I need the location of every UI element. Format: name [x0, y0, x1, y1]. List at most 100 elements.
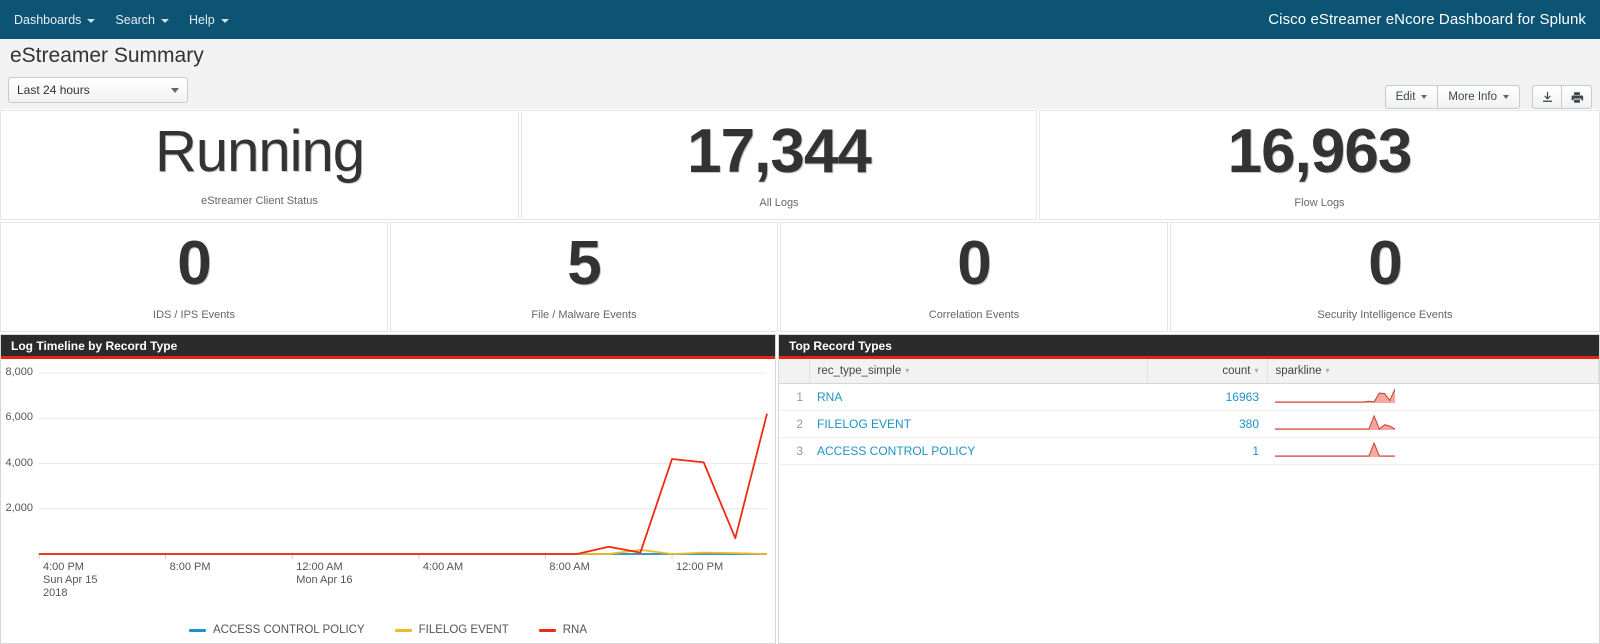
kpi-panel-file-malware-events[interactable]: 5 File / Malware Events [390, 222, 778, 332]
legend-item[interactable]: ACCESS CONTROL POLICY [188, 624, 365, 636]
kpi-label: eStreamer Client Status [201, 195, 318, 207]
time-range-picker[interactable]: Last 24 hours [8, 77, 188, 103]
kpi-value: Running [154, 119, 365, 184]
edit-button-label: Edit [1395, 91, 1416, 103]
more-info-button-label: More Info [1448, 91, 1497, 103]
x-axis-tick-label: 4:00 PM Sun Apr 15 2018 [43, 561, 97, 600]
nav-item-help-label: Help [189, 12, 215, 27]
export-button[interactable] [1532, 85, 1562, 109]
x-axis-tick-label: 8:00 AM [549, 561, 589, 574]
x-axis-year: 2018 [43, 587, 68, 599]
cell-sparkline [1267, 410, 1599, 438]
dashboard-title-bar: eStreamer Summary Last 24 hours Edit Mor… [0, 39, 1600, 109]
kpi-panel-flow-logs[interactable]: 16,963 Flow Logs [1039, 110, 1600, 220]
kpi-value: 0 [957, 229, 991, 298]
table-header-row: rec_type_simple ▾ count ▾ sparkline ▾ [779, 359, 1599, 384]
nav-item-search[interactable]: Search [109, 7, 183, 33]
panel-header: Top Record Types [779, 335, 1599, 359]
y-axis-tick-label: 8,000 [5, 366, 33, 378]
column-header-label: sparkline [1275, 365, 1322, 377]
kpi-value: 16,963 [1227, 117, 1413, 186]
x-axis-time: 4:00 PM [43, 561, 84, 573]
chart-area[interactable]: 2,000 4,000 6,000 8,000 4:00 PM Sun Apr 15 20… [1, 359, 775, 642]
chevron-down-icon [87, 18, 96, 23]
x-axis-time: 8:00 PM [169, 561, 211, 573]
y-axis-tick-label: 4,000 [5, 456, 33, 469]
legend-color-swatch [394, 628, 412, 632]
panel-log-timeline-by-record-type: Log Timeline by Record Type 2,000 4,000 6,… [0, 334, 776, 644]
table-body: 1 RNA 16963 2 FILELOG EVENT 380 3 ACCESS CONTRO… [779, 383, 1599, 465]
kpi-value: 5 [567, 229, 601, 298]
kpi-row-secondary: 0 IDS / IPS Events 5 File / Malware Even… [0, 222, 1600, 332]
y-axis-tick-label: 6,000 [5, 411, 33, 424]
count-link[interactable]: 380 [1239, 417, 1259, 431]
top-navigation-bar: Dashboards Search Help Cisco eStreamer e… [0, 0, 1600, 39]
column-header-sparkline[interactable]: sparkline ▾ [1267, 359, 1599, 384]
x-axis-date: Mon Apr 16 [296, 574, 353, 586]
sort-icon: ▾ [1254, 365, 1259, 375]
kpi-panel-ids-ips-events[interactable]: 0 IDS / IPS Events [0, 222, 388, 332]
sparkline-chart [1275, 414, 1396, 430]
cell-count: 380 [1147, 410, 1267, 438]
x-axis-tick-label: 4:00 AM [423, 561, 463, 574]
kpi-panel-all-logs[interactable]: 17,344 All Logs [521, 110, 1037, 220]
panel-title: Log Timeline by Record Type [11, 338, 178, 353]
x-axis-tick-label: 12:00 AM Mon Apr 16 [296, 561, 352, 587]
legend-item[interactable]: RNA [538, 624, 588, 636]
nav-item-dashboards[interactable]: Dashboards [8, 7, 109, 33]
legend-color-swatch [188, 628, 206, 632]
edit-button[interactable]: Edit [1384, 85, 1439, 109]
count-link[interactable]: 16963 [1226, 390, 1259, 404]
kpi-label: Security Intelligence Events [1317, 309, 1453, 321]
rec-type-link[interactable]: ACCESS CONTROL POLICY [817, 444, 975, 458]
column-header-rec-type-simple[interactable]: rec_type_simple ▾ [809, 359, 1148, 384]
export-print-group [1532, 85, 1592, 109]
cell-rec-type-simple: ACCESS CONTROL POLICY [809, 437, 1147, 465]
kpi-panel-correlation-events[interactable]: 0 Correlation Events [780, 222, 1168, 332]
legend-item[interactable]: FILELOG EVENT [394, 624, 509, 636]
cell-count: 1 [1147, 437, 1267, 465]
table-row[interactable]: 2 FILELOG EVENT 380 [779, 410, 1599, 438]
rec-type-link[interactable]: RNA [817, 390, 842, 404]
table-row[interactable]: 3 ACCESS CONTROL POLICY 1 [779, 437, 1599, 465]
kpi-value: 0 [177, 229, 211, 298]
count-link[interactable]: 1 [1252, 444, 1259, 458]
time-range-value: Last 24 hours [17, 83, 90, 97]
row-index: 3 [779, 437, 809, 465]
cell-rec-type-simple: RNA [809, 383, 1147, 411]
print-icon [1571, 91, 1583, 103]
nav-item-list: Dashboards Search Help [0, 7, 243, 33]
x-axis-time: 4:00 AM [422, 561, 464, 573]
chevron-down-icon [161, 18, 170, 23]
y-axis-tick-label: 2,000 [5, 501, 33, 514]
more-info-button[interactable]: More Info [1438, 85, 1520, 109]
x-axis-tick-label: 12:00 PM [676, 561, 723, 574]
kpi-panel-estreamer-client-status[interactable]: Running eStreamer Client Status [0, 110, 519, 220]
column-header-label: rec_type_simple [817, 365, 902, 377]
chart-legend: ACCESS CONTROL POLICY FILELOG EVENT RNA [1, 624, 775, 636]
x-axis-tick-label: 8:00 PM [170, 561, 211, 574]
print-button[interactable] [1562, 85, 1592, 109]
legend-label: ACCESS CONTROL POLICY [212, 624, 365, 636]
kpi-panel-security-intelligence-events[interactable]: 0 Security Intelligence Events [1170, 222, 1600, 332]
rec-type-link[interactable]: FILELOG EVENT [817, 417, 911, 431]
sparkline-chart [1275, 441, 1395, 457]
sparkline-chart [1275, 388, 1396, 403]
kpi-value: 0 [1368, 229, 1402, 298]
cell-count: 16963 [1147, 383, 1267, 411]
kpi-row-primary: Running eStreamer Client Status 17,344 A… [0, 110, 1600, 220]
sort-icon: ▾ [905, 365, 910, 375]
cell-rec-type-simple: FILELOG EVENT [809, 410, 1147, 438]
chevron-down-icon [1503, 95, 1509, 99]
table-row[interactable]: 1 RNA 16963 [779, 383, 1599, 411]
chevron-down-icon [1421, 95, 1428, 99]
nav-item-help[interactable]: Help [183, 7, 243, 33]
chevron-down-icon [171, 87, 179, 93]
legend-label: RNA [562, 624, 588, 636]
kpi-label: IDS / IPS Events [153, 309, 235, 321]
table-header: rec_type_simple ▾ count ▾ sparkline ▾ [779, 359, 1599, 384]
kpi-label: File / Malware Events [531, 309, 637, 321]
column-header-count[interactable]: count ▾ [1147, 359, 1268, 384]
app-brand-title: Cisco eStreamer eNcore Dashboard for Spl… [1268, 11, 1586, 28]
dashboard-actions: Edit More Info [1384, 85, 1592, 109]
